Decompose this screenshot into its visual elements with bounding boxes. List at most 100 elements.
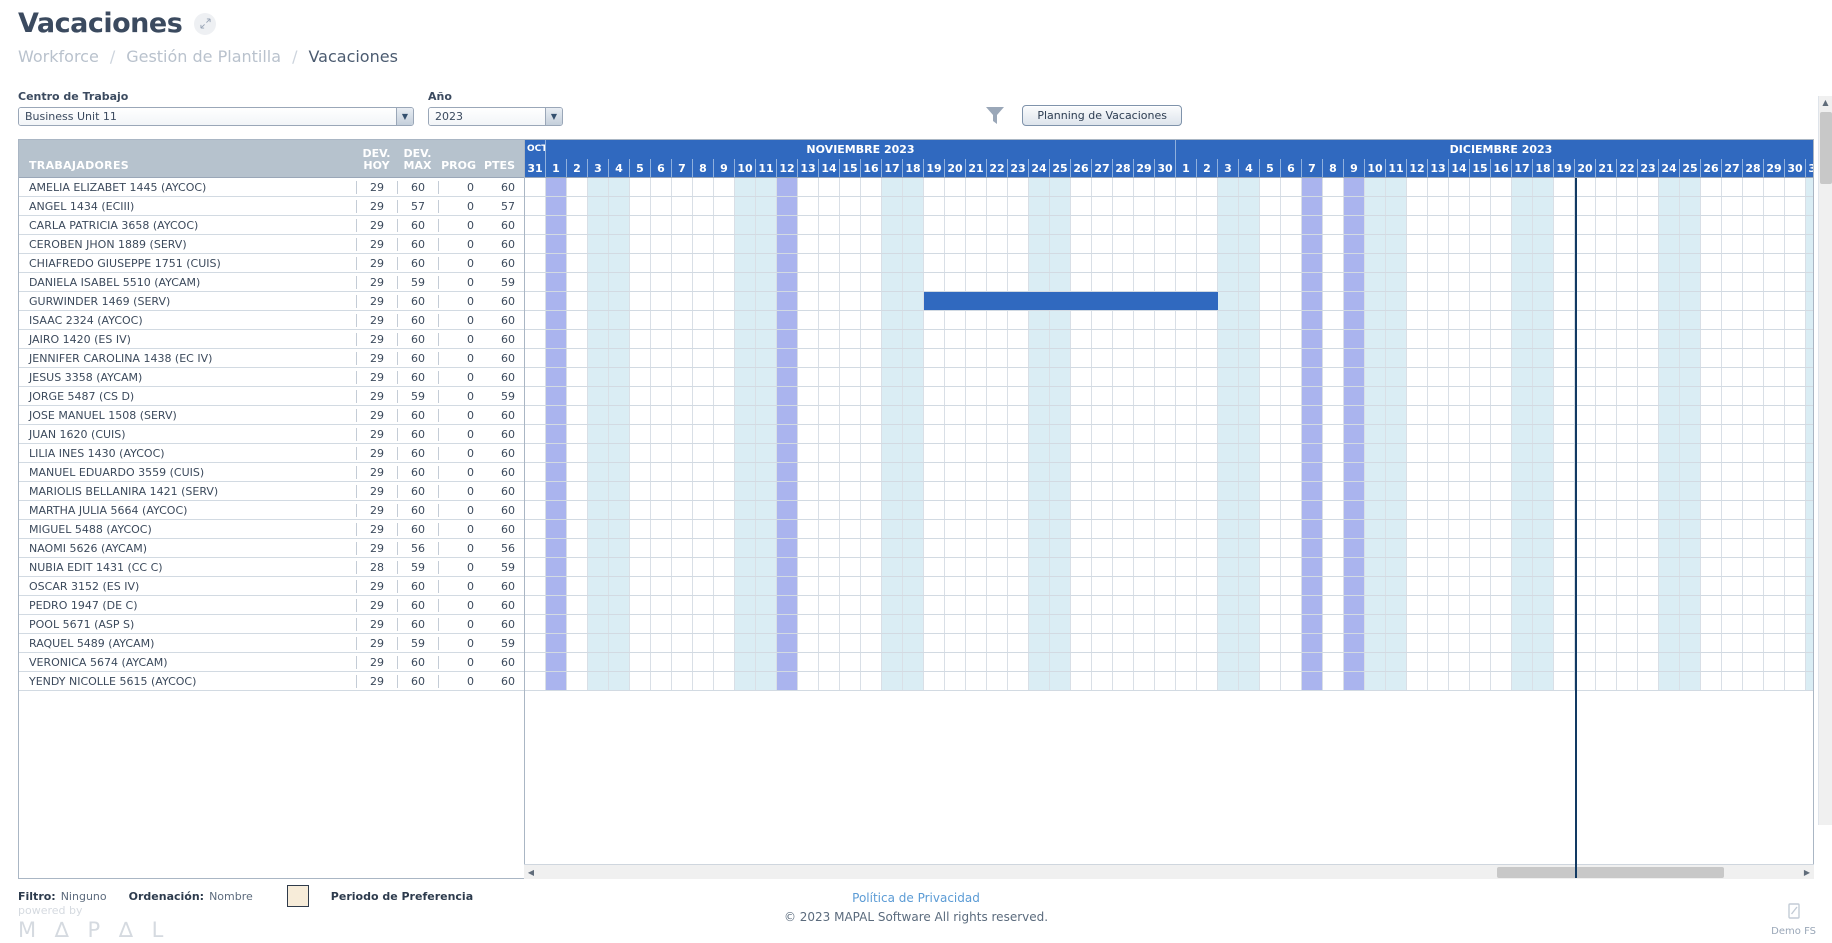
timeline-day-header-cell[interactable]: 9 xyxy=(1344,159,1365,177)
timeline-cell[interactable] xyxy=(714,539,735,557)
timeline-cell[interactable] xyxy=(1344,368,1365,386)
timeline-cell[interactable] xyxy=(630,406,651,424)
centro-de-trabajo-select[interactable]: Business Unit 11 ▼ xyxy=(18,107,414,126)
timeline-cell[interactable] xyxy=(1575,558,1596,576)
timeline-cell[interactable] xyxy=(1806,368,1813,386)
timeline-cell[interactable] xyxy=(1407,463,1428,481)
timeline-cell[interactable] xyxy=(1260,387,1281,405)
timeline-cell[interactable] xyxy=(1281,178,1302,196)
timeline-cell[interactable] xyxy=(567,406,588,424)
timeline-cell[interactable] xyxy=(525,235,546,253)
timeline-cell[interactable] xyxy=(1743,216,1764,234)
timeline-cell[interactable] xyxy=(1722,501,1743,519)
timeline-cell[interactable] xyxy=(1218,273,1239,291)
timeline-cell[interactable] xyxy=(588,482,609,500)
timeline-cell[interactable] xyxy=(777,501,798,519)
timeline-cell[interactable] xyxy=(903,311,924,329)
timeline-cell[interactable] xyxy=(630,634,651,652)
timeline-cell[interactable] xyxy=(1680,368,1701,386)
timeline-cell[interactable] xyxy=(861,596,882,614)
timeline-cell[interactable] xyxy=(882,349,903,367)
timeline-cell[interactable] xyxy=(1281,577,1302,595)
timeline-cell[interactable] xyxy=(966,406,987,424)
timeline-cell[interactable] xyxy=(609,349,630,367)
timeline-cell[interactable] xyxy=(1680,558,1701,576)
timeline-cell[interactable] xyxy=(1029,615,1050,633)
timeline-cell[interactable] xyxy=(945,368,966,386)
timeline-cell[interactable] xyxy=(1554,596,1575,614)
timeline-cell[interactable] xyxy=(1617,596,1638,614)
timeline-cell[interactable] xyxy=(819,235,840,253)
timeline-cell[interactable] xyxy=(1764,349,1785,367)
timeline-cell[interactable] xyxy=(1743,197,1764,215)
timeline-cell[interactable] xyxy=(1617,520,1638,538)
timeline-cell[interactable] xyxy=(1155,501,1176,519)
timeline-cell[interactable] xyxy=(756,615,777,633)
timeline-cell[interactable] xyxy=(1239,292,1260,310)
timeline-cell[interactable] xyxy=(1701,273,1722,291)
timeline-cell[interactable] xyxy=(756,197,777,215)
timeline-cell[interactable] xyxy=(1659,672,1680,690)
timeline-cell[interactable] xyxy=(1365,197,1386,215)
table-row[interactable]: YENDY NICOLLE 5615 (AYCOC) 29 60 0 60 xyxy=(19,672,524,691)
table-row[interactable]: RAQUEL 5489 (AYCAM) 29 59 0 59 xyxy=(19,634,524,653)
timeline-cell[interactable] xyxy=(567,349,588,367)
timeline-cell[interactable] xyxy=(1659,292,1680,310)
timeline-cell[interactable] xyxy=(1323,653,1344,671)
timeline-cell[interactable] xyxy=(1029,330,1050,348)
timeline-cell[interactable] xyxy=(714,577,735,595)
timeline-cell[interactable] xyxy=(1134,425,1155,443)
timeline-cell[interactable] xyxy=(1218,539,1239,557)
timeline-cell[interactable] xyxy=(1218,501,1239,519)
timeline-cell[interactable] xyxy=(1323,292,1344,310)
timeline-cell[interactable] xyxy=(588,197,609,215)
timeline-cell[interactable] xyxy=(1134,482,1155,500)
timeline-cell[interactable] xyxy=(1449,463,1470,481)
timeline-cell[interactable] xyxy=(840,596,861,614)
timeline-cell[interactable] xyxy=(1701,501,1722,519)
timeline-cell[interactable] xyxy=(945,387,966,405)
timeline-row[interactable] xyxy=(525,482,1813,501)
timeline-cell[interactable] xyxy=(756,406,777,424)
timeline-cell[interactable] xyxy=(1218,368,1239,386)
timeline-cell[interactable] xyxy=(1680,216,1701,234)
timeline-cell[interactable] xyxy=(1134,387,1155,405)
timeline-row[interactable] xyxy=(525,273,1813,292)
column-header-dev-hoy[interactable]: DEV. HOY xyxy=(356,140,397,177)
timeline-cell[interactable] xyxy=(1113,482,1134,500)
timeline-cell[interactable] xyxy=(756,330,777,348)
timeline-cell[interactable] xyxy=(693,596,714,614)
timeline-cell[interactable] xyxy=(567,311,588,329)
timeline-cell[interactable] xyxy=(1008,178,1029,196)
timeline-row[interactable] xyxy=(525,539,1813,558)
timeline-cell[interactable] xyxy=(1428,178,1449,196)
timeline-day-header-cell[interactable]: 4 xyxy=(609,159,630,177)
timeline-cell[interactable] xyxy=(1071,349,1092,367)
timeline-cell[interactable] xyxy=(1596,311,1617,329)
timeline-cell[interactable] xyxy=(693,539,714,557)
timeline-cell[interactable] xyxy=(1596,463,1617,481)
timeline-cell[interactable] xyxy=(987,558,1008,576)
timeline-cell[interactable] xyxy=(1071,197,1092,215)
timeline-cell[interactable] xyxy=(1659,387,1680,405)
timeline-cell[interactable] xyxy=(1302,311,1323,329)
timeline-cell[interactable] xyxy=(1764,520,1785,538)
timeline-cell[interactable] xyxy=(546,235,567,253)
timeline-cell[interactable] xyxy=(1155,634,1176,652)
timeline-cell[interactable] xyxy=(1134,653,1155,671)
timeline-row[interactable] xyxy=(525,520,1813,539)
timeline-cell[interactable] xyxy=(735,368,756,386)
timeline-cell[interactable] xyxy=(1386,216,1407,234)
timeline-cell[interactable] xyxy=(1659,463,1680,481)
timeline-cell[interactable] xyxy=(1470,292,1491,310)
timeline-cell[interactable] xyxy=(1449,387,1470,405)
timeline-cell[interactable] xyxy=(1533,311,1554,329)
timeline-cell[interactable] xyxy=(651,235,672,253)
timeline-cell[interactable] xyxy=(651,254,672,272)
timeline-cell[interactable] xyxy=(609,425,630,443)
timeline-cell[interactable] xyxy=(1092,577,1113,595)
timeline-cell[interactable] xyxy=(1407,387,1428,405)
timeline-cell[interactable] xyxy=(1449,672,1470,690)
timeline-cell[interactable] xyxy=(546,596,567,614)
timeline-cell[interactable] xyxy=(1470,577,1491,595)
